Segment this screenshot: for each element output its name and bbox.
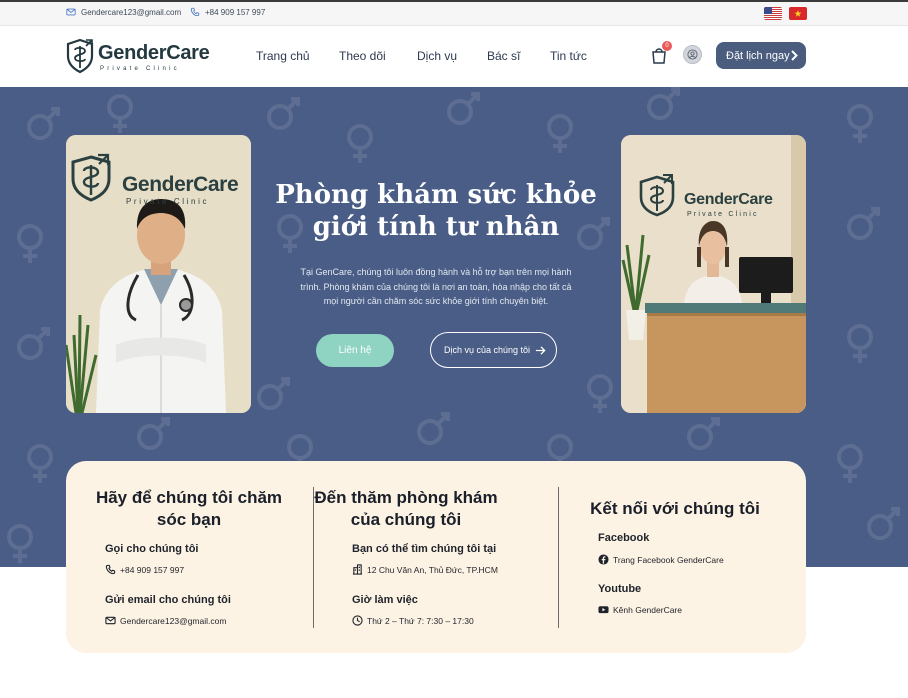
visit-title-line-1: Đến thăm phòng khám <box>314 488 498 507</box>
facebook-link[interactable]: Trang Facebook GenderCare <box>598 554 724 565</box>
user-icon <box>687 49 698 60</box>
email-heading: Gửi email cho chúng tôi <box>105 594 231 606</box>
youtube-heading: Youtube <box>598 583 642 595</box>
nav-home[interactable]: Trang chủ <box>256 49 310 63</box>
call-phone[interactable]: +84 909 157 997 <box>105 564 184 575</box>
us-flag-icon[interactable] <box>764 7 782 20</box>
info-card: Hãy để chúng tôi chăm sóc bạn Gọi cho ch… <box>66 461 806 653</box>
page: Gendercare123@gmail.com +84 909 157 997 <box>0 0 908 698</box>
nav-tracking[interactable]: Theo dõi <box>339 49 386 63</box>
call-heading: Gọi cho chúng tôi <box>105 543 199 555</box>
mail-icon <box>105 616 116 625</box>
our-services-button[interactable]: Dịch vụ của chúng tôi <box>430 332 557 368</box>
top-bar: Gendercare123@gmail.com +84 909 157 997 <box>0 0 908 26</box>
column-divider <box>558 487 559 628</box>
logo[interactable]: GenderCare Private Clinic <box>66 36 210 78</box>
doctor-photo: GenderCare Private Clinic <box>66 135 251 413</box>
phone-icon <box>105 564 116 575</box>
address-heading: Bạn có thể tìm chúng tôi tại <box>352 543 497 555</box>
clinic-address[interactable]: 12 Chu Văn An, Thủ Đức, TP.HCM <box>352 564 498 575</box>
facebook-heading: Facebook <box>598 532 650 544</box>
topbar-email[interactable]: Gendercare123@gmail.com <box>66 7 181 17</box>
hours-heading: Giờ làm việc <box>352 594 418 606</box>
doctor-photo-logo-sub: Private Clinic <box>126 197 210 206</box>
site-header: GenderCare Private Clinic Trang chủ Theo… <box>0 26 908 87</box>
visit-title: Đến thăm phòng khám của chúng tôi <box>312 487 500 531</box>
topbar-phone[interactable]: +84 909 157 997 <box>190 7 265 17</box>
reception-illustration <box>621 135 806 413</box>
visit-title-line-2: của chúng tôi <box>350 510 462 529</box>
logo-shield-icon <box>66 38 94 74</box>
vn-flag-icon[interactable] <box>789 7 807 20</box>
user-account-button[interactable] <box>683 45 702 64</box>
phone-icon <box>190 7 200 17</box>
reception-photo: GenderCare Private Clinic <box>621 135 806 413</box>
contact-button[interactable]: Liên hệ <box>316 334 394 367</box>
call-phone-text: +84 909 157 997 <box>120 564 185 575</box>
topbar-email-text: Gendercare123@gmail.com <box>81 7 182 17</box>
hero-title-line-1: Phòng khám sức khỏe <box>275 180 597 210</box>
youtube-link-text: Kênh GenderCare <box>613 604 682 615</box>
care-title-line-1: Hãy để chúng tôi chăm <box>95 488 283 507</box>
clinic-address-text: 12 Chu Văn An, Thủ Đức, TP.HCM <box>367 564 498 575</box>
facebook-link-text: Trang Facebook GenderCare <box>613 554 724 565</box>
chevron-right-icon <box>791 50 798 61</box>
nav-services[interactable]: Dịch vụ <box>417 49 457 63</box>
working-hours: Thứ 2 – Thứ 7: 7:30 – 17:30 <box>352 615 474 626</box>
hero-title-line-2: giới tính tư nhân <box>312 212 560 242</box>
clock-icon <box>352 615 363 626</box>
mail-icon <box>66 8 76 16</box>
hero-title: Phòng khám sức khỏe giới tính tư nhân <box>270 179 602 243</box>
nav-doctors[interactable]: Bác sĩ <box>487 49 520 63</box>
email-address-text: Gendercare123@gmail.com <box>120 615 227 626</box>
doctor-photo-logo-text: GenderCare <box>122 173 239 196</box>
logo-name: GenderCare <box>98 42 210 64</box>
care-title: Hãy để chúng tôi chăm sóc bạn <box>88 487 290 531</box>
reception-photo-logo-sub: Private Clinic <box>687 211 759 218</box>
connect-title: Kết nối với chúng tôi <box>590 499 760 518</box>
hero-description: Tại GenCare, chúng tôi luôn đồng hành và… <box>300 267 572 306</box>
email-address[interactable]: Gendercare123@gmail.com <box>105 615 226 626</box>
book-appointment-label: Đặt lịch ngay <box>726 49 790 62</box>
reception-photo-logo-text: GenderCare <box>684 191 773 208</box>
book-appointment-button[interactable]: Đặt lịch ngay <box>716 42 806 69</box>
nav-news[interactable]: Tin tức <box>550 49 587 63</box>
youtube-icon <box>598 606 609 614</box>
building-icon <box>352 564 363 575</box>
arrow-right-icon <box>535 346 546 355</box>
cart-count-badge: 0 <box>662 41 672 51</box>
care-title-line-2: sóc bạn <box>156 510 222 529</box>
working-hours-text: Thứ 2 – Thứ 7: 7:30 – 17:30 <box>367 615 474 626</box>
facebook-icon <box>598 554 609 565</box>
youtube-link[interactable]: Kênh GenderCare <box>598 604 682 615</box>
topbar-phone-text: +84 909 157 997 <box>205 7 266 17</box>
logo-subtitle: Private Clinic <box>100 66 180 72</box>
our-services-label: Dịch vụ của chúng tôi <box>444 345 531 355</box>
